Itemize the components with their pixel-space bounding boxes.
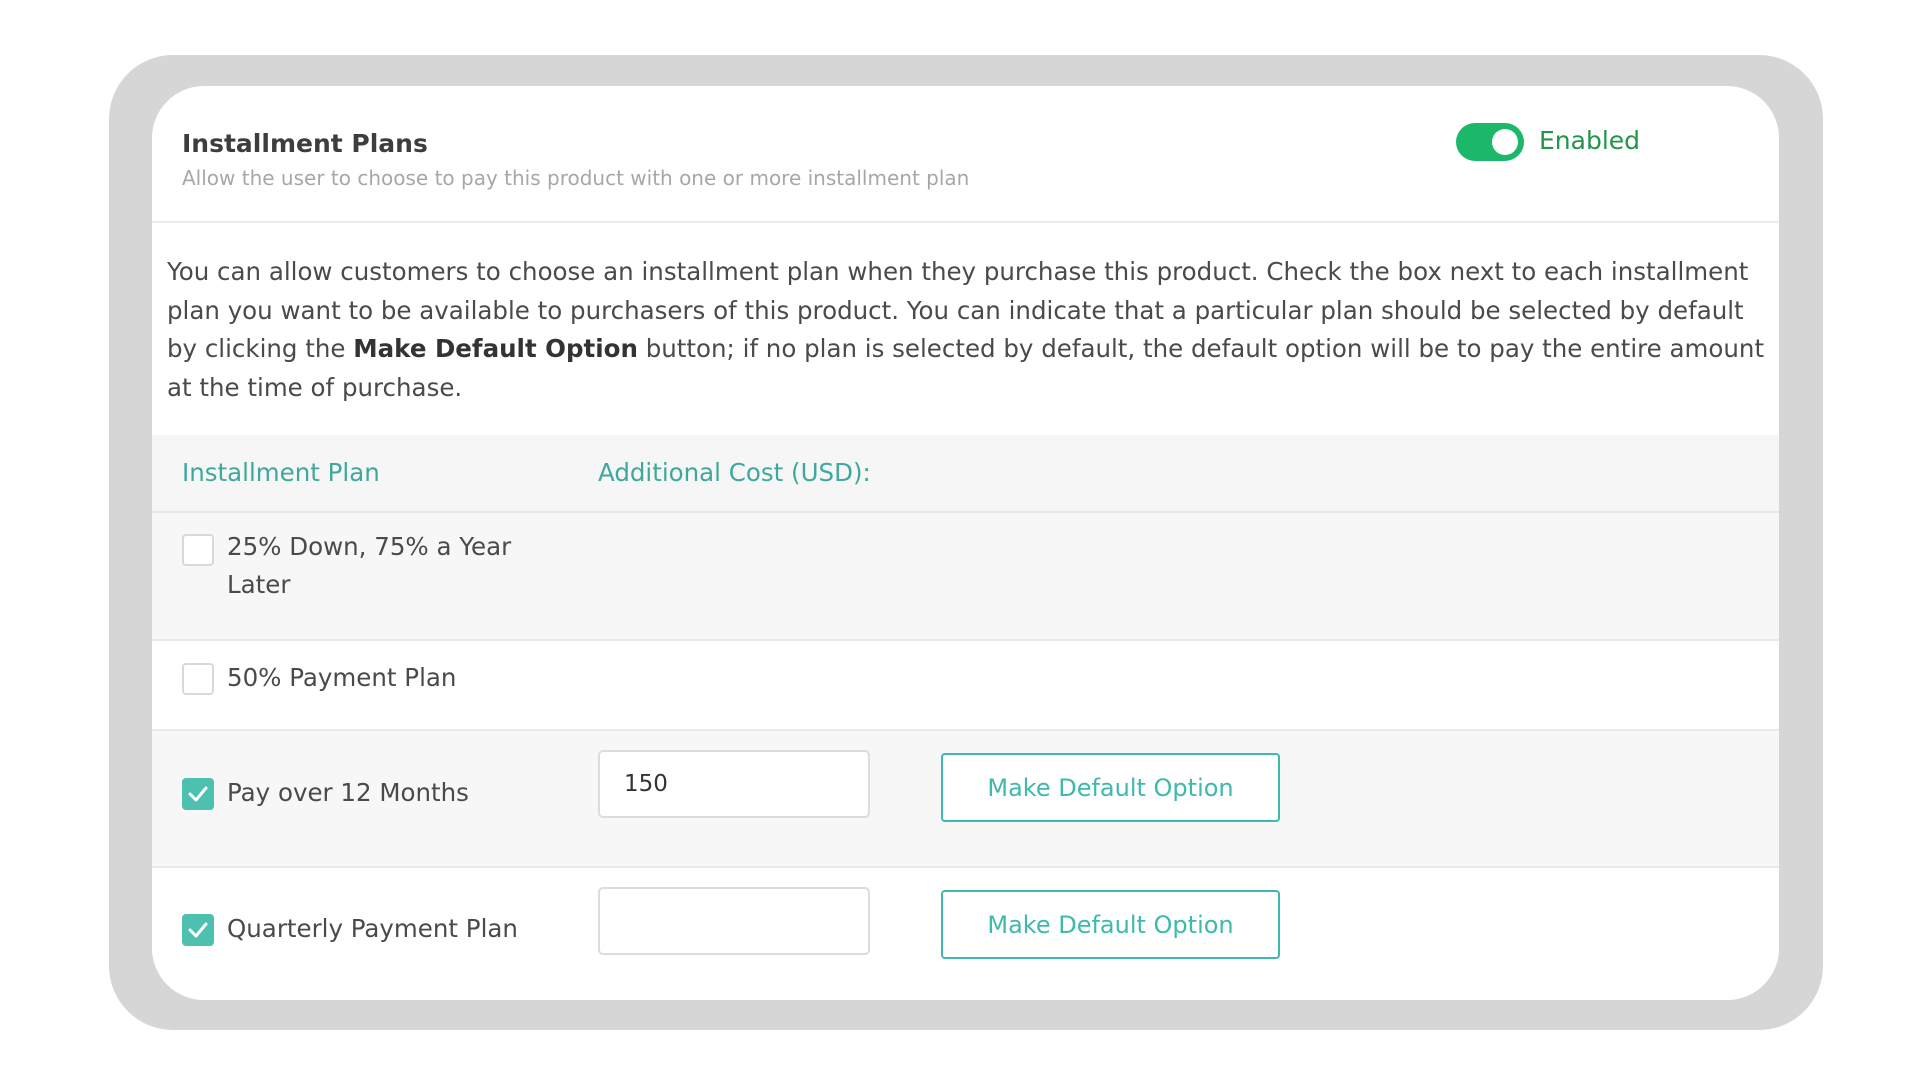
table-row: Pay over 12 Months Make Default Option [152,731,1779,868]
column-header-plan: Installment Plan [182,458,380,487]
enabled-toggle[interactable] [1456,123,1524,161]
make-default-option-button[interactable]: Make Default Option [941,890,1280,959]
plan-label: 50% Payment Plan [227,663,457,692]
toggle-knob [1492,129,1518,155]
plan-checkbox[interactable] [182,663,214,695]
plan-label: 25% Down, 75% a Year Later [227,532,512,599]
card-subtitle: Allow the user to choose to pay this pro… [182,166,970,190]
additional-cost-input[interactable] [598,887,870,955]
card-header: Installment Plans Allow the user to choo… [152,86,1779,223]
description-bold: Make Default Option [353,334,638,363]
description-text: You can allow customers to choose an ins… [167,253,1767,407]
toggle-label: Enabled [1539,126,1641,155]
column-header-cost: Additional Cost (USD): [598,458,871,487]
plan-checkbox[interactable] [182,778,214,810]
additional-cost-input[interactable] [598,750,870,818]
table-row: Quarterly Payment Plan Make Default Opti… [152,868,1779,1000]
table-row: 25% Down, 75% a Year Later [152,513,1779,641]
checkmark-icon [188,922,208,938]
plan-label: Pay over 12 Months [227,778,469,807]
installment-plans-card: Installment Plans Allow the user to choo… [152,86,1779,1000]
card-title: Installment Plans [182,129,428,158]
make-default-option-button[interactable]: Make Default Option [941,753,1280,822]
checkmark-icon [188,786,208,802]
table-row: 50% Payment Plan [152,641,1779,731]
table-header: Installment Plan Additional Cost (USD): [152,435,1779,513]
plan-checkbox[interactable] [182,914,214,946]
plan-label: Quarterly Payment Plan [227,914,518,943]
plan-checkbox[interactable] [182,534,214,566]
